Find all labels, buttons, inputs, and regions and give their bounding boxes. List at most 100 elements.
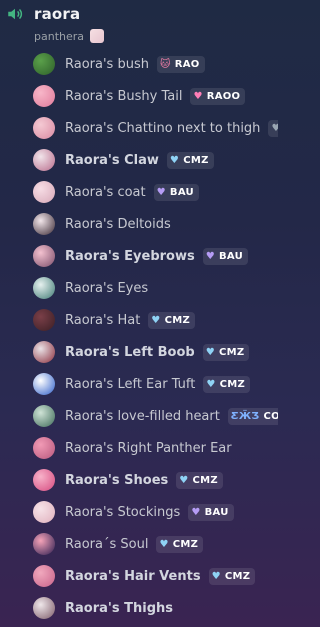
- voice-member[interactable]: Raora's Hat ♥ CMZ: [0, 304, 278, 336]
- butterfly-icon: ƸӜƷ: [230, 410, 260, 422]
- server-tag-text: BAU: [218, 250, 244, 262]
- member-name: Raora's Claw: [65, 152, 159, 168]
- server-tag-text: COZY: [263, 410, 278, 422]
- avatar: [33, 373, 55, 395]
- member-name: Raora's coat: [65, 184, 146, 200]
- voice-member[interactable]: Raora´s Soul ♥ CMZ: [0, 528, 278, 560]
- server-tag-badge[interactable]: 🐱 RAO: [156, 55, 205, 73]
- voice-member[interactable]: Raora's Stockings ♥ BAU: [0, 496, 278, 528]
- avatar: [33, 309, 55, 331]
- avatar: [33, 597, 55, 619]
- heart-icon: ♥: [193, 90, 203, 102]
- member-name: Raora's Hat: [65, 312, 141, 328]
- avatar: [33, 533, 55, 555]
- speaker-icon: [4, 3, 26, 25]
- server-tag-badge[interactable]: ♥ CMZ: [156, 535, 204, 553]
- server-tag-text: RAO: [174, 58, 200, 70]
- avatar: [33, 565, 55, 587]
- heart-icon: ♥: [169, 154, 180, 166]
- member-name: Raora's Hair Vents: [65, 568, 201, 584]
- avatar: [33, 405, 55, 427]
- server-tag-badge[interactable]: ♥ CMZ: [148, 311, 196, 329]
- member-name: Raora's Eyes: [65, 280, 149, 296]
- member-name: Raora´s Soul: [65, 536, 149, 552]
- avatar: [33, 181, 55, 203]
- server-tag-text: CMZ: [219, 378, 246, 390]
- voice-member[interactable]: Raora's love-filled heart ƸӜƷCOZY: [0, 400, 278, 432]
- member-name: Raora's Eyebrows: [65, 248, 195, 264]
- member-name: Raora's love-filled heart: [65, 408, 220, 424]
- channel-name: raora: [34, 5, 81, 23]
- server-tag-badge[interactable]: ♥ CMZ: [202, 343, 250, 361]
- avatar: [33, 213, 55, 235]
- server-tag-text: RAOO: [206, 90, 241, 102]
- avatar: [33, 469, 55, 491]
- server-tag-badge[interactable]: ♥ RAOO: [190, 87, 246, 105]
- voice-member[interactable]: Raora's bush 🐱 RAO: [0, 48, 278, 80]
- voice-member[interactable]: Raora's Eyebrows ♥ BAU: [0, 240, 278, 272]
- voice-member[interactable]: Raora's Left Boob ♥ CMZ: [0, 336, 278, 368]
- avatar: [33, 437, 55, 459]
- server-tag-text: CMZ: [183, 154, 209, 166]
- server-tag-badge[interactable]: ♥: [268, 119, 278, 137]
- server-tag-text: BAU: [169, 186, 194, 198]
- server-tag-text: BAU: [204, 506, 229, 518]
- voice-member[interactable]: Raora's Bushy Tail ♥ RAOO: [0, 80, 278, 112]
- heart-icon: ♥: [156, 186, 166, 198]
- voice-member[interactable]: Raora's Claw ♥ CMZ: [0, 144, 278, 176]
- member-name: Raora's Bushy Tail: [65, 88, 183, 104]
- member-name: Raora's Right Panther Ear: [65, 440, 232, 456]
- member-name: Raora's bush: [65, 56, 149, 72]
- heart-icon: ♥: [205, 250, 215, 262]
- avatar: [33, 501, 55, 523]
- voice-member[interactable]: Raora's Deltoids: [0, 208, 278, 240]
- voice-member[interactable]: Raora's coat ♥ BAU: [0, 176, 278, 208]
- avatar: [33, 85, 55, 107]
- member-name: Raora's Stockings: [65, 504, 181, 520]
- server-tag-text: CMZ: [218, 346, 245, 358]
- server-tag-badge[interactable]: ♥ CMZ: [176, 471, 223, 489]
- server-tag-text: CMZ: [192, 474, 218, 486]
- voice-member[interactable]: Raora's Hair Vents ♥ CMZ: [0, 560, 278, 592]
- voice-member[interactable]: Raora's Left Ear Tuft ♥ CMZ: [0, 368, 278, 400]
- avatar: [33, 149, 55, 171]
- owner-avatar: [90, 29, 105, 43]
- voice-member[interactable]: Raora's Right Panther Ear: [0, 432, 278, 464]
- voice-member[interactable]: Raora's Shoes ♥ CMZ: [0, 464, 278, 496]
- server-tag-badge[interactable]: ♥ CMZ: [166, 151, 214, 169]
- member-name: Raora's Left Boob: [65, 344, 195, 360]
- server-tag-text: CMZ: [164, 314, 191, 326]
- heart-icon: ♥: [159, 538, 169, 550]
- member-name: Raora's Left Ear Tuft: [65, 376, 196, 392]
- server-tag-badge[interactable]: ♥ BAU: [202, 247, 249, 265]
- server-tag-badge[interactable]: ♥ BAU: [188, 503, 234, 521]
- member-name: Raora's Deltoids: [65, 216, 171, 232]
- voice-member[interactable]: Raora's Chattino next to thigh ♥: [0, 112, 278, 144]
- voice-member-list: Raora's bush 🐱 RAO Raora's Bushy Tail ♥ RAOO R…: [0, 48, 278, 624]
- channel-owner[interactable]: panthera: [34, 26, 105, 46]
- heart-icon: ♥: [206, 378, 216, 390]
- avatar: [33, 117, 55, 139]
- voice-member[interactable]: Raora's Eyes: [0, 272, 278, 304]
- heart-icon: ♥: [151, 314, 161, 326]
- heart-icon: ♥: [211, 570, 221, 582]
- member-name: Raora's Shoes: [65, 472, 169, 488]
- server-tag-badge[interactable]: ♥ CMZ: [203, 375, 251, 393]
- avatar: [33, 277, 55, 299]
- avatar: [33, 341, 55, 363]
- heart-icon: ♥: [191, 506, 201, 518]
- owner-name: panthera: [34, 29, 85, 43]
- server-tag-badge[interactable]: ♥ CMZ: [208, 567, 256, 585]
- server-tag-badge[interactable]: ♥ BAU: [153, 183, 199, 201]
- server-tag-text: CMZ: [224, 570, 251, 582]
- heart-icon: ♥: [271, 122, 278, 134]
- heart-icon: ♥: [179, 474, 189, 486]
- server-tag-text: CMZ: [172, 538, 199, 550]
- member-name: Raora's Chattino next to thigh: [65, 120, 261, 136]
- server-tag-badge[interactable]: ƸӜƷCOZY: [227, 407, 278, 425]
- member-name: Raora's Thighs: [65, 600, 174, 616]
- cat-face-icon: 🐱: [159, 58, 171, 70]
- voice-member[interactable]: Raora's Thighs: [0, 592, 278, 624]
- voice-channel-header[interactable]: raora: [4, 2, 80, 26]
- heart-icon: ♥: [205, 346, 215, 358]
